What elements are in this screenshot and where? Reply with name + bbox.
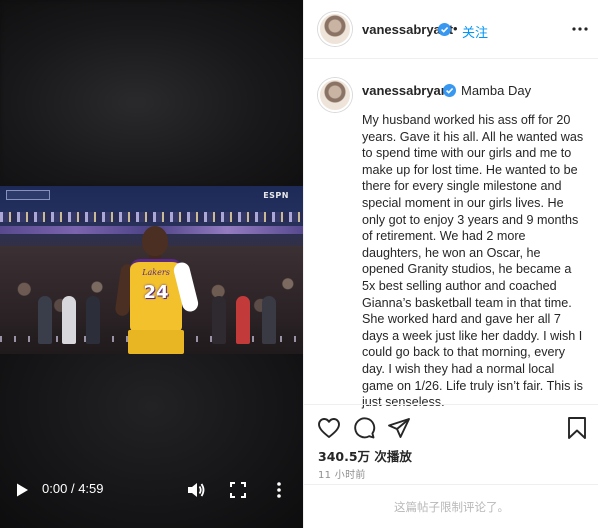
header-dot-separator: •	[453, 21, 458, 36]
post-header: vanessabryant • 关注	[304, 0, 598, 59]
bystander	[262, 296, 276, 344]
player-shorts	[128, 330, 184, 354]
bystander	[62, 296, 76, 344]
fullscreen-icon[interactable]	[230, 482, 246, 498]
post-panel: vanessabryant • 关注 vanessabryant Mamba D…	[303, 0, 598, 528]
comments-restricted-bar: 这篇帖子限制评论了。	[304, 484, 598, 528]
video-player[interactable]: ESPN Lakers 24 0:00 / 4:59	[0, 0, 303, 528]
avatar[interactable]	[318, 78, 352, 112]
bystander	[212, 296, 226, 344]
arena-lights	[0, 212, 303, 222]
time-separator: /	[70, 481, 75, 496]
current-time: 0:00	[42, 481, 68, 496]
caption-username[interactable]: vanessabryant	[362, 83, 453, 98]
caption-text: My husband worked his ass off for 20 yea…	[362, 113, 584, 410]
more-options-icon[interactable]	[572, 22, 588, 36]
bystander	[236, 296, 250, 344]
views-count[interactable]: 340.5万 次播放	[318, 446, 412, 465]
comments-restricted-notice: 这篇帖子限制评论了。	[394, 500, 509, 514]
player-figure: Lakers 24	[114, 226, 200, 354]
broadcast-badge	[6, 190, 50, 200]
comment-icon[interactable]	[352, 416, 376, 440]
video-frame[interactable]: ESPN Lakers 24	[0, 186, 303, 354]
player-head	[142, 226, 168, 256]
bystander	[38, 296, 52, 344]
video-blur-background-top	[0, 0, 303, 186]
heart-icon[interactable]	[317, 416, 341, 440]
video-controls: 0:00 / 4:59	[0, 472, 303, 508]
duration: 4:59	[78, 481, 104, 496]
post-timestamp[interactable]: 11 小时前	[318, 466, 366, 481]
avatar[interactable]	[318, 12, 352, 46]
volume-icon[interactable]	[186, 481, 206, 499]
play-icon[interactable]	[14, 482, 30, 498]
jersey-number: 24	[143, 282, 169, 303]
verified-badge-icon	[438, 23, 451, 36]
bookmark-icon[interactable]	[565, 416, 589, 440]
more-options-vertical-icon[interactable]	[275, 481, 283, 499]
share-icon[interactable]	[387, 416, 411, 440]
bystander	[86, 296, 100, 344]
verified-badge-icon	[443, 84, 456, 97]
broadcast-logo: ESPN	[263, 191, 289, 200]
follow-button[interactable]: 关注	[462, 22, 488, 41]
jersey-script: Lakers	[142, 268, 170, 277]
caption-location[interactable]: Mamba Day	[461, 83, 531, 98]
video-time: 0:00 / 4:59	[42, 481, 104, 496]
